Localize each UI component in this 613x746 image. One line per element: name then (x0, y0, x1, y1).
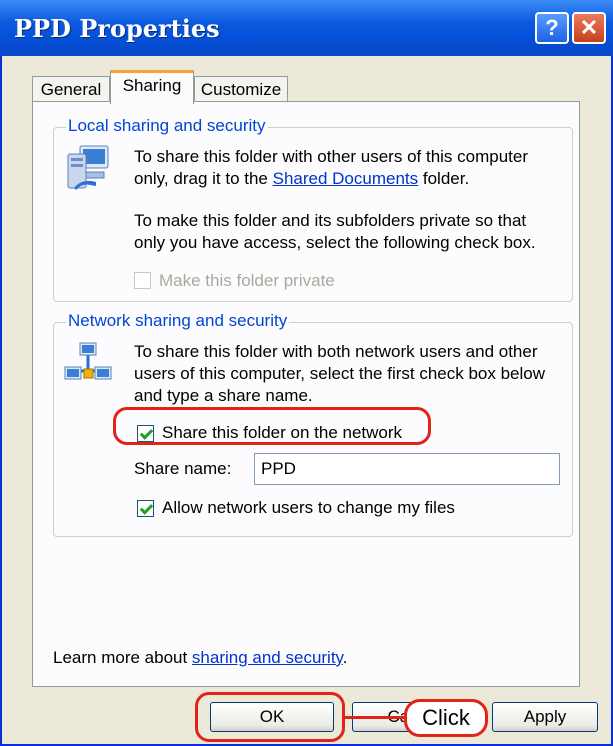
make-private-checkbox[interactable] (134, 272, 151, 289)
title-bar[interactable]: PPD Properties ? ✕ (0, 0, 613, 56)
local-text-line1: To share this folder with other users of… (134, 147, 529, 166)
network-text-line3: and type a share name. (134, 386, 313, 405)
shared-computer-icon (67, 145, 109, 190)
properties-dialog: PPD Properties ? ✕ General Sharing Custo… (0, 0, 613, 746)
private-text-line1: To make this folder and its subfolders p… (134, 211, 527, 230)
tab-customize[interactable]: Customize (194, 76, 288, 102)
tab-general[interactable]: General (32, 76, 110, 102)
tab-sharing[interactable]: Sharing (110, 70, 194, 104)
local-text-line2: only, drag it to the Shared Documents fo… (134, 168, 469, 190)
ok-button-highlight (195, 692, 345, 742)
click-callout: Click (404, 699, 488, 737)
help-button[interactable]: ? (535, 12, 569, 44)
allow-change-checkbox[interactable] (137, 500, 154, 517)
learn-more-text: Learn more about sharing and security. (53, 647, 348, 669)
apply-button[interactable]: Apply (492, 702, 598, 732)
local-sharing-legend: Local sharing and security (66, 116, 268, 136)
allow-change-label[interactable]: Allow network users to change my files (162, 497, 455, 519)
local-sharing-group: Local sharing and security To share this… (53, 116, 573, 302)
learn-more-suffix: . (342, 648, 348, 667)
local-text-after-link: folder. (418, 169, 470, 188)
close-button[interactable]: ✕ (572, 12, 606, 44)
share-name-input[interactable]: PPD (254, 453, 560, 485)
network-text-line1: To share this folder with both network u… (134, 342, 538, 361)
sharing-security-link[interactable]: sharing and security (192, 648, 343, 667)
window-title: PPD Properties (14, 14, 220, 43)
sharing-panel: Local sharing and security To share this… (32, 101, 580, 687)
network-sharing-legend: Network sharing and security (66, 311, 290, 331)
private-text-line2: only you have access, select the followi… (134, 233, 536, 252)
network-computers-icon (64, 342, 112, 380)
local-text-before-link: only, drag it to the (134, 169, 273, 188)
network-text-line2: users of this computer, select the first… (134, 364, 546, 383)
callout-connector (345, 716, 407, 719)
share-checkbox-highlight (113, 407, 431, 445)
share-name-label: Share name: (134, 459, 232, 478)
shared-documents-link[interactable]: Shared Documents (273, 169, 419, 188)
make-private-label: Make this folder private (159, 271, 335, 290)
learn-more-prefix: Learn more about (53, 648, 192, 667)
